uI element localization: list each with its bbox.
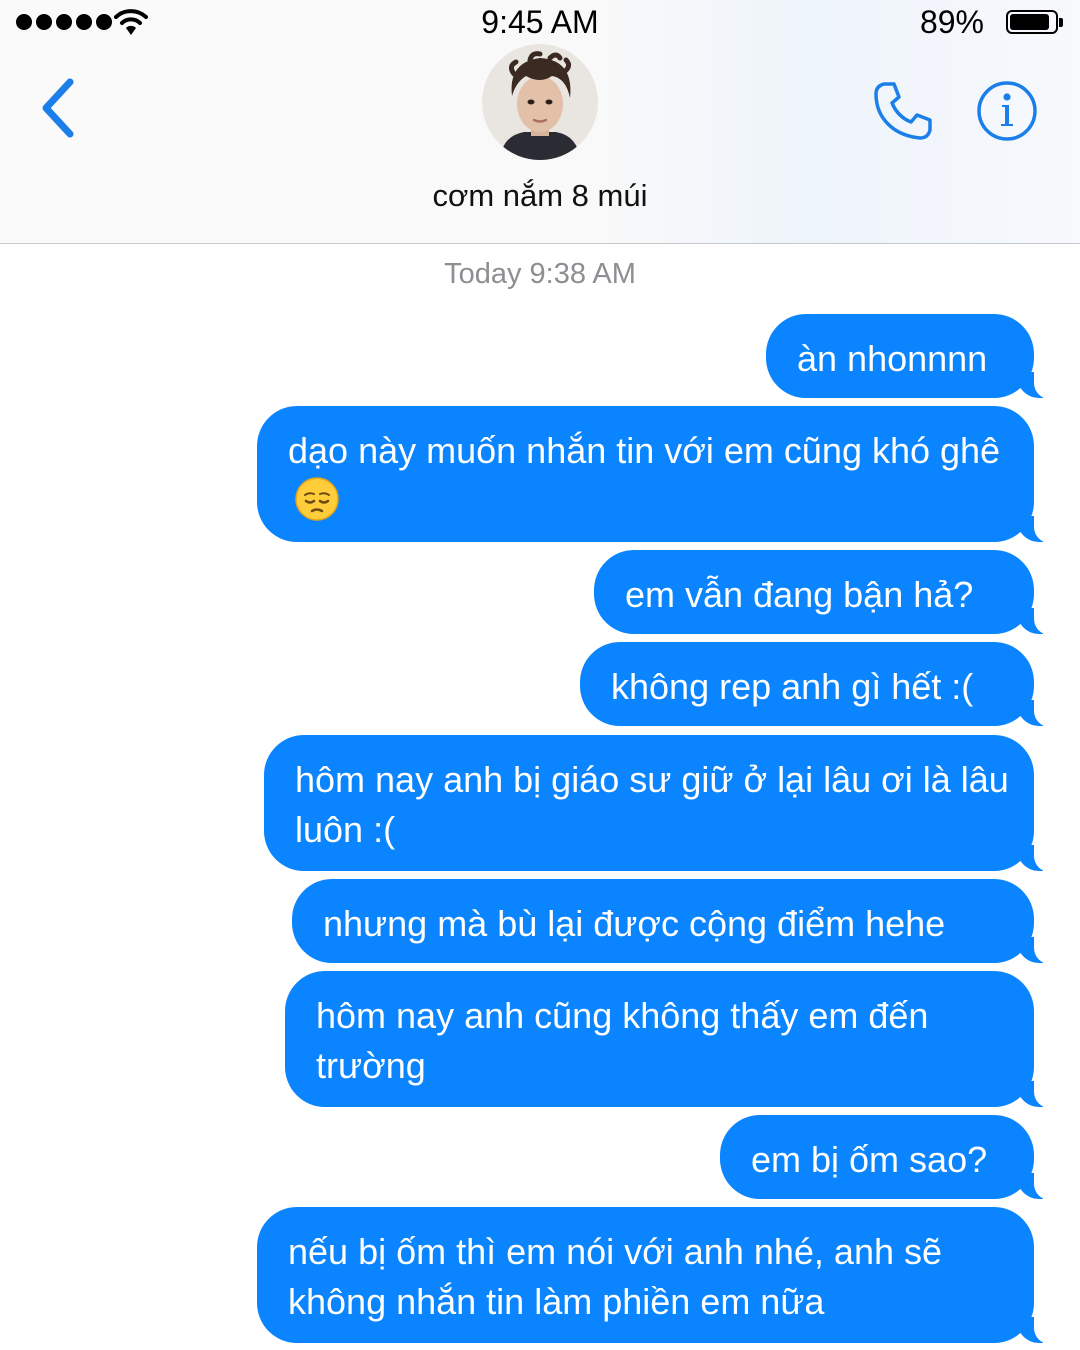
message-bubble[interactable]: hôm nay anh bị giáo sư giữ ở lại lâu ơi … [264, 735, 1060, 872]
contact-name[interactable]: cơm nắm 8 múi [0, 178, 1080, 214]
message-text: em vẫn đang bận hả? [625, 574, 974, 615]
message-bubble[interactable]: dạo này muốn nhắn tin với em cũng khó gh… [257, 406, 1060, 543]
message-text: nếu bị ốm thì em nói với anh nhé, anh sẽ… [288, 1231, 943, 1322]
message-bubble[interactable]: àn nhonnnn [766, 314, 1060, 399]
message-text: nhưng mà bù lại được cộng điểm hehe [323, 903, 946, 944]
battery-icon [1006, 10, 1063, 34]
status-time: 9:45 AM [481, 4, 599, 40]
message-text: hôm nay anh bị giáo sư giữ ở lại lâu ơi … [295, 759, 1009, 850]
conversation-timestamp: Today 9:38 AM [444, 258, 636, 290]
message-bubble[interactable]: nhưng mà bù lại được cộng điểm hehe [292, 879, 1060, 964]
message-text: dạo này muốn nhắn tin với em cũng khó gh… [288, 430, 1001, 471]
message-bubble[interactable]: không rep anh gì hết :( [580, 642, 1060, 727]
message-bubble[interactable]: hôm nay anh cũng không thấy em đến trườn… [285, 971, 1060, 1108]
message-bubble[interactable]: em bị ốm sao? [720, 1115, 1060, 1200]
status-bar: 9:45 AM 89% [0, 0, 1080, 46]
message-text: àn nhonnnn [797, 338, 988, 379]
back-chevron-icon[interactable] [36, 76, 80, 140]
message-text: em bị ốm sao? [751, 1139, 988, 1180]
pensive-face-emoji-icon [295, 477, 339, 521]
message-text: không rep anh gì hết :( [611, 666, 974, 707]
info-icon[interactable] [976, 80, 1038, 142]
header-divider [0, 243, 1080, 244]
avatar[interactable] [482, 44, 598, 160]
message-text: hôm nay anh cũng không thấy em đến trườn… [316, 995, 929, 1086]
battery-percentage: 89% [919, 4, 984, 40]
phone-icon[interactable] [870, 78, 936, 144]
message-bubble[interactable]: em vẫn đang bận hả? [594, 550, 1060, 635]
message-bubble[interactable]: nếu bị ốm thì em nói với anh nhé, anh sẽ… [257, 1207, 1060, 1344]
battery-level-fill [1010, 14, 1050, 30]
